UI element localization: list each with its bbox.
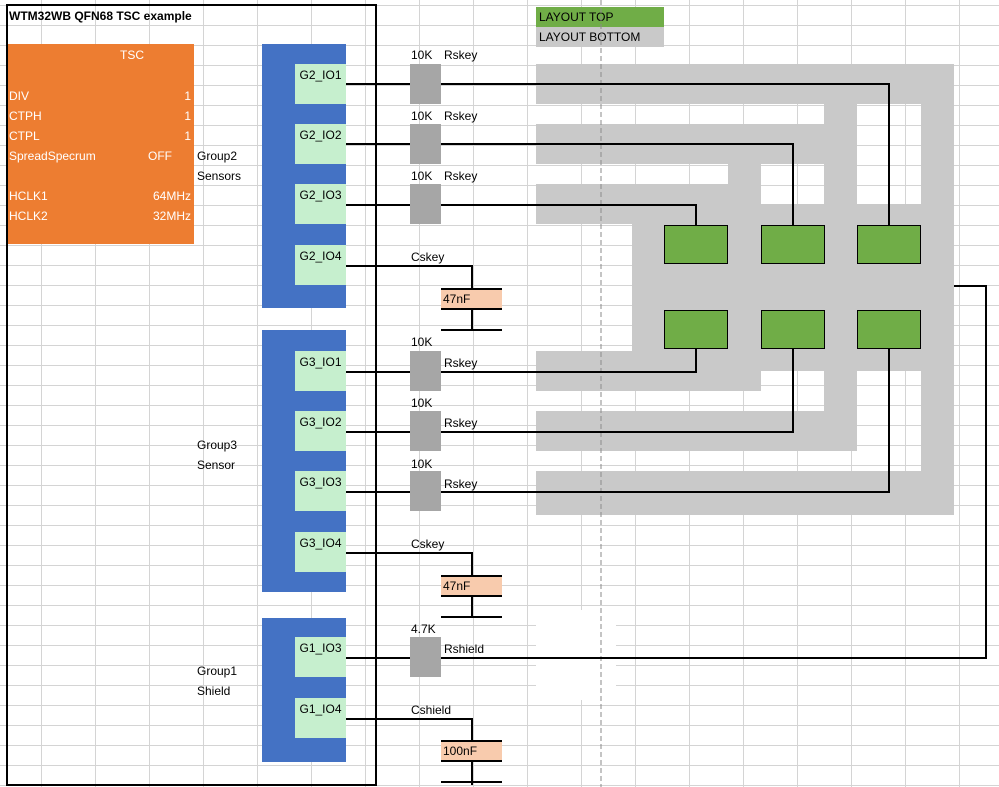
wire-shield [441,285,987,659]
wire-g1-io4 [346,718,473,741]
wire-g3-io1-pad [441,349,697,373]
wire-g2-io3-pad [441,204,697,225]
wire-g2-io2-pad [441,143,794,225]
wire-g3-io2-pad [441,349,794,433]
schematic-wires [6,0,987,787]
wire-g2-io1-pad [441,83,890,225]
wire-g3-io3-pad [441,349,890,493]
wire-g2-io4 [346,265,473,289]
wire-g3-io4 [346,552,473,576]
chip-frame [6,4,377,786]
spreadsheet-canvas: WTM32WB QFN68 TSC example TSC DIV 1 CTPH… [0,0,999,787]
